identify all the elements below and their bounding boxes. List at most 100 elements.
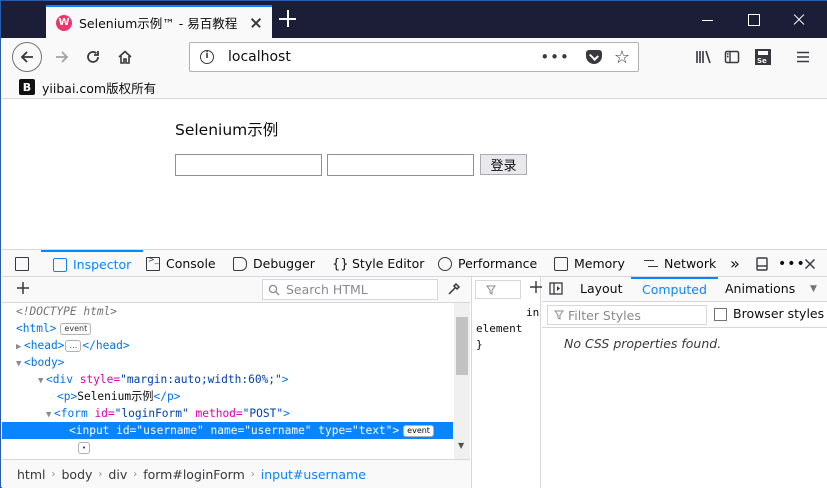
filter-icon xyxy=(486,285,496,295)
password-input[interactable] xyxy=(327,154,474,176)
toggle-pane-icon xyxy=(549,282,563,295)
page-actions-more-icon[interactable]: ••• xyxy=(540,48,570,66)
dock-options-button[interactable] xyxy=(756,250,768,277)
tab-performance[interactable]: Performance xyxy=(438,250,537,277)
tab-memory[interactable]: Memory xyxy=(554,250,625,277)
login-button[interactable]: 登录 xyxy=(480,154,527,175)
close-icon xyxy=(804,258,816,269)
forward-button[interactable] xyxy=(48,43,76,71)
add-node-button[interactable] xyxy=(16,281,30,298)
pocket-icon[interactable] xyxy=(585,50,602,64)
event-badge[interactable]: event xyxy=(403,425,434,437)
breadcrumb-separator-icon: › xyxy=(98,469,103,480)
sidebar-tabs: Layout Computed Animations ▼ xyxy=(542,277,827,302)
reload-button[interactable] xyxy=(79,43,107,71)
memory-icon xyxy=(554,256,568,271)
element-picker-button[interactable] xyxy=(15,250,35,277)
tab-animations[interactable]: Animations xyxy=(725,277,795,302)
breadcrumb-separator-icon: › xyxy=(250,469,255,480)
window-close-button[interactable] xyxy=(776,1,822,38)
plus-icon xyxy=(530,281,542,293)
markup-line-input-selected[interactable]: <input id="username" name="username" typ… xyxy=(2,422,453,439)
tab-network[interactable]: Network xyxy=(644,250,716,277)
page-heading: Selenium示例 xyxy=(175,121,279,139)
tab-debugger[interactable]: Debugger xyxy=(233,250,315,277)
add-rule-button[interactable] xyxy=(530,281,542,296)
event-badge[interactable]: event xyxy=(60,323,92,335)
head-close-tag: </head> xyxy=(82,339,130,352)
library-button[interactable] xyxy=(690,43,718,71)
username-input[interactable] xyxy=(175,154,322,176)
tab-inspector[interactable]: Inspector xyxy=(41,250,144,277)
window-minimize-button[interactable] xyxy=(685,1,731,38)
url-bar[interactable]: i localhost ••• ☆ xyxy=(189,42,639,72)
markup-line-html[interactable]: <html> event xyxy=(2,320,453,337)
bookmark-item[interactable]: yiibai.com版权所有 xyxy=(42,78,156,97)
search-html-placeholder: Search HTML xyxy=(286,282,368,297)
div-tag: <div xyxy=(46,373,73,386)
selenium-ide-button[interactable]: Se xyxy=(749,43,777,71)
devtools-menu-icon[interactable]: ••• xyxy=(778,250,806,277)
markup-line-div[interactable]: ▼ <div style="margin:auto;width:60%;"> xyxy=(2,371,453,388)
home-button[interactable] xyxy=(111,43,139,71)
breadcrumb-separator-icon: › xyxy=(133,469,138,480)
tab-style-editor-label: Style Editor xyxy=(352,256,425,271)
browser-tab[interactable]: W Selenium示例™ - 易百教程 xyxy=(46,5,272,38)
markup-line-doctype[interactable]: <!DOCTYPE html> xyxy=(2,303,453,320)
window-maximize-button[interactable] xyxy=(730,1,776,38)
form-method-value: "POST" xyxy=(242,407,284,420)
body-tag: <body> xyxy=(24,356,65,369)
markup-line-body[interactable]: ▼ <body> xyxy=(2,354,453,371)
form-id-value: "loginForm" xyxy=(114,407,189,420)
bookmark-star-icon[interactable]: ☆ xyxy=(614,47,630,68)
breadcrumb-html[interactable]: html xyxy=(17,467,45,482)
tab-computed[interactable]: Computed xyxy=(631,277,718,302)
tab-network-label: Network xyxy=(664,256,717,271)
markup-scrollbar-thumb[interactable] xyxy=(456,317,468,375)
markup-line-head[interactable]: ▶ <head>… </head> xyxy=(2,337,453,354)
forward-arrow-icon xyxy=(56,51,69,63)
tab-layout[interactable]: Layout xyxy=(580,277,623,302)
breadcrumb-input[interactable]: input#username xyxy=(261,467,366,482)
browser-styles-checkbox[interactable] xyxy=(714,308,727,321)
eyedropper-button[interactable] xyxy=(447,282,461,299)
devtools-panel: Inspector Console Debugger {} Style Edit… xyxy=(2,249,827,488)
markup-line-p[interactable]: <p>Selenium示例</p> xyxy=(2,388,453,405)
filter-styles-input[interactable]: Filter Styles xyxy=(547,305,707,325)
url-text[interactable]: localhost xyxy=(228,49,540,65)
more-tabs-chevron-icon[interactable]: » xyxy=(730,250,740,277)
collapsed-ellipsis[interactable]: … xyxy=(65,340,82,352)
breadcrumb-body[interactable]: body xyxy=(61,467,92,482)
markup-line-form[interactable]: ▼ <form id="loginForm" method="POST"> xyxy=(2,405,453,422)
toggle-pane-button[interactable] xyxy=(549,282,563,298)
title-bar: W Selenium示例™ - 易百教程 xyxy=(1,1,827,38)
tab-debugger-label: Debugger xyxy=(253,256,315,271)
input-id-value: "username" xyxy=(136,424,204,437)
menu-button[interactable] xyxy=(789,43,817,71)
tab-style-editor[interactable]: {} Style Editor xyxy=(332,250,424,277)
new-tab-plus-icon[interactable] xyxy=(279,10,297,28)
input-name-value: "username" xyxy=(244,424,312,437)
doctype-node: <!DOCTYPE html> xyxy=(16,305,118,318)
debugger-icon xyxy=(233,256,247,271)
sidebar-button[interactable] xyxy=(718,43,746,71)
markup-scrollbar[interactable]: ▼ xyxy=(454,303,470,459)
site-info-icon[interactable]: i xyxy=(200,50,214,64)
breadcrumb-div[interactable]: div xyxy=(108,467,127,482)
back-button[interactable] xyxy=(12,42,42,72)
breadcrumb-form[interactable]: form#loginForm xyxy=(143,467,245,482)
tabs-overflow-chevron-icon[interactable]: ▼ xyxy=(810,277,817,302)
tab-console[interactable]: Console xyxy=(146,250,216,277)
devtools-close-button[interactable] xyxy=(804,250,816,277)
rules-pane: in element } xyxy=(471,277,542,488)
tab-close-icon[interactable] xyxy=(248,15,264,31)
scroll-down-arrow-icon[interactable]: ▼ xyxy=(458,441,464,450)
svg-text:Se: Se xyxy=(757,57,767,65)
markup-view[interactable]: <!DOCTYPE html> <html> event ▶ <head>… </he… xyxy=(2,303,470,459)
rules-filter-input[interactable] xyxy=(475,280,521,299)
no-css-message: No CSS properties found. xyxy=(564,336,722,351)
head-tag: <head> xyxy=(24,339,65,352)
sidebar-panel: Layout Computed Animations ▼ Filter Styl… xyxy=(542,277,827,488)
tab-console-label: Console xyxy=(166,256,216,271)
search-html-input[interactable]: Search HTML xyxy=(262,279,438,300)
